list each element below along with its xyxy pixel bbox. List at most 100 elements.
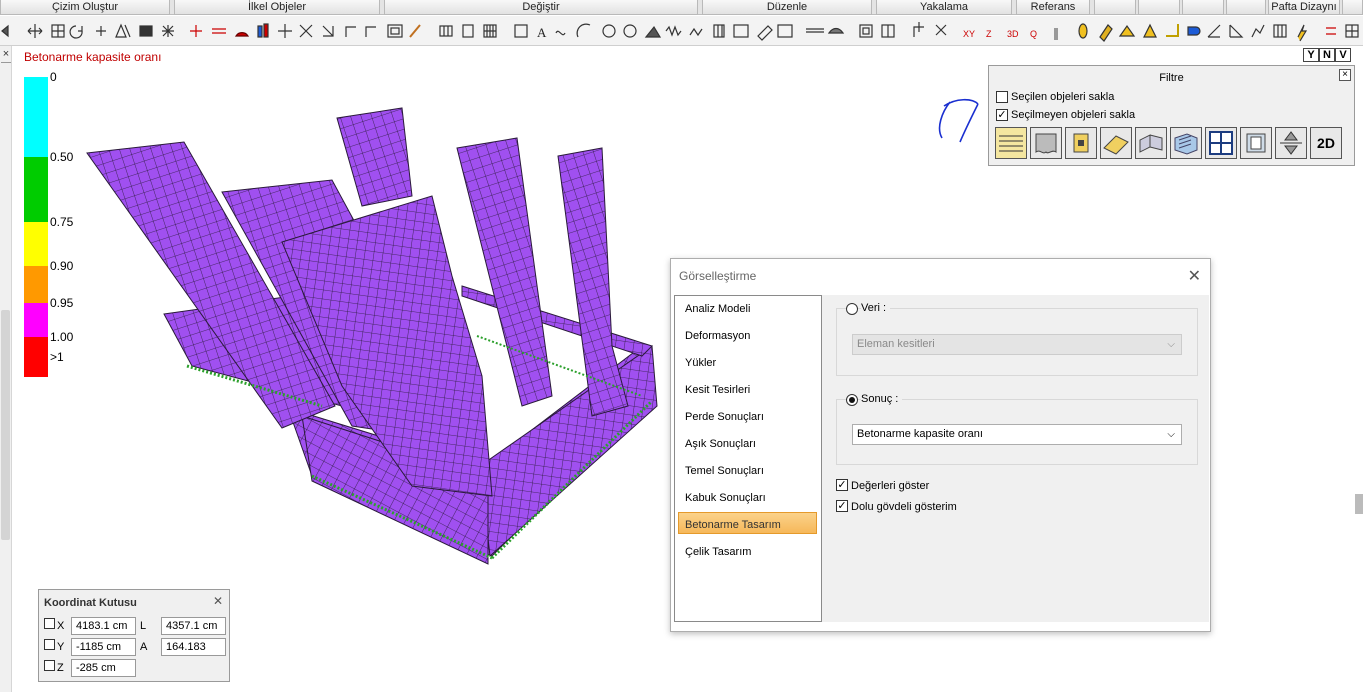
divider bbox=[1, 62, 11, 63]
tab-blank-3[interactable] bbox=[1182, 0, 1224, 15]
svg-text:Q: Q bbox=[1030, 29, 1037, 39]
nav-item[interactable]: Temel Sonuçları bbox=[685, 465, 764, 477]
level-icon[interactable] bbox=[1275, 127, 1307, 159]
box-icon[interactable] bbox=[1205, 127, 1237, 159]
column-icon[interactable] bbox=[1030, 127, 1062, 159]
hide-selected-checkbox[interactable] bbox=[996, 91, 1008, 103]
veri-select-value: Eleman kesitleri bbox=[857, 338, 935, 350]
y-lock-checkbox[interactable] bbox=[44, 639, 55, 650]
sonuc-select[interactable]: Betonarme kapasite oranı ⌵ bbox=[852, 424, 1182, 445]
veri-select[interactable]: Eleman kesitleri ⌵ bbox=[852, 334, 1182, 355]
wall-back bbox=[461, 285, 653, 357]
nav-list: Analiz Modeli Deformasyon Yükler Kesit T… bbox=[674, 295, 822, 622]
toolbar: A XY Z 3D Q bbox=[0, 16, 1363, 46]
show-values-checkbox[interactable]: ✓ bbox=[836, 479, 848, 491]
slab-icon[interactable] bbox=[1065, 127, 1097, 159]
brick-wall-icon[interactable] bbox=[1135, 127, 1167, 159]
legend-green bbox=[24, 157, 48, 222]
close-icon[interactable]: ✕ bbox=[213, 594, 223, 608]
filter-v-button[interactable]: V bbox=[1335, 48, 1351, 62]
z-lock-checkbox[interactable] bbox=[44, 660, 55, 671]
z-label: Z bbox=[57, 662, 64, 674]
legend-label: 0.95 bbox=[50, 296, 74, 310]
button-2d[interactable]: 2D bbox=[1310, 127, 1342, 159]
tab-yakalama[interactable]: Yakalama bbox=[876, 0, 1012, 15]
legend-label: 0.50 bbox=[50, 150, 74, 164]
nav-item[interactable]: Çelik Tasarım bbox=[685, 546, 751, 558]
sonuc-select-value: Betonarme kapasite oranı bbox=[857, 428, 983, 440]
legend-label: 1.00 bbox=[50, 330, 74, 344]
legend-cyan bbox=[24, 77, 48, 157]
tab-cizim-olustur[interactable]: Çizim Oluştur bbox=[0, 0, 170, 15]
legend-magenta bbox=[24, 303, 48, 337]
a-label: A bbox=[140, 641, 148, 653]
beam-icon[interactable] bbox=[995, 127, 1027, 159]
close-icon[interactable]: ✕ bbox=[1188, 266, 1201, 286]
tab-blank-5[interactable] bbox=[1342, 0, 1363, 15]
solid-view-label: Dolu gövdeli gösterim bbox=[851, 501, 957, 513]
nav-item[interactable]: Analiz Modeli bbox=[685, 303, 750, 315]
legend-label: 0 bbox=[50, 70, 57, 84]
sonuc-group: Sonuç : Betonarme kapasite oranı ⌵ bbox=[836, 393, 1198, 465]
nav-item[interactable]: Aşık Sonuçları bbox=[685, 438, 756, 450]
veri-group: Veri : Eleman kesitleri ⌵ bbox=[836, 302, 1198, 376]
close-icon[interactable]: × bbox=[1339, 69, 1351, 81]
svg-text:Z: Z bbox=[986, 29, 992, 39]
tab-ilkel-objeler[interactable]: İlkel Objeler bbox=[174, 0, 380, 15]
sonuc-radio[interactable] bbox=[846, 394, 858, 406]
shell-panel-6 bbox=[557, 147, 629, 417]
veri-radio[interactable] bbox=[846, 303, 858, 315]
close-icon[interactable]: × bbox=[1, 48, 11, 60]
nav-item[interactable]: Yükler bbox=[685, 357, 716, 369]
z-field[interactable]: -285 cm bbox=[71, 659, 136, 677]
hide-unselected-checkbox[interactable]: ✓ bbox=[996, 109, 1008, 121]
nav-item[interactable]: Perde Sonuçları bbox=[685, 411, 764, 423]
tab-blank-4[interactable] bbox=[1226, 0, 1266, 15]
y-label: Y bbox=[57, 641, 65, 653]
x-lock-checkbox[interactable] bbox=[44, 618, 55, 629]
left-panel-strip: × bbox=[0, 46, 12, 692]
dialog-content: Veri : Eleman kesitleri ⌵ Sonuç : Betona… bbox=[822, 295, 1209, 622]
l-field[interactable]: 4357.1 cm bbox=[161, 617, 226, 635]
sonuc-label: Sonuç : bbox=[861, 393, 903, 405]
svg-text:A: A bbox=[537, 25, 547, 40]
grid-icon[interactable] bbox=[1170, 127, 1202, 159]
hide-selected-label: Seçilen objeleri sakla bbox=[1011, 91, 1115, 103]
tab-referans[interactable]: Referans bbox=[1016, 0, 1090, 15]
tab-pafta-dizayni[interactable]: Pafta Dizaynı bbox=[1268, 0, 1340, 15]
legend-label: 0.75 bbox=[50, 215, 74, 229]
filter-n-button[interactable]: N bbox=[1319, 48, 1335, 62]
tab-blank-1[interactable] bbox=[1094, 0, 1136, 15]
chevron-down-icon: ⌵ bbox=[1167, 429, 1175, 440]
legend-yellow bbox=[24, 222, 48, 266]
elevation-icon[interactable] bbox=[1240, 127, 1272, 159]
solid-view-checkbox[interactable]: ✓ bbox=[836, 500, 848, 512]
hide-unselected-label: Seçilmeyen objeleri sakla bbox=[1011, 109, 1136, 121]
svg-text:XY: XY bbox=[963, 29, 975, 39]
a-field[interactable]: 164.183 bbox=[161, 638, 226, 656]
scrollbar[interactable] bbox=[1, 310, 10, 540]
filter-mode-buttons: Y N V bbox=[1303, 48, 1351, 62]
viewport-scrollbar[interactable] bbox=[1355, 494, 1363, 514]
y-field[interactable]: -1185 cm bbox=[71, 638, 136, 656]
l-label: L bbox=[140, 620, 147, 632]
x-field[interactable]: 4183.1 cm bbox=[71, 617, 136, 635]
visualization-dialog: Görselleştirme ✕ Analiz Modeli Deformasy… bbox=[670, 258, 1211, 632]
nav-item[interactable]: Kesit Tesirleri bbox=[685, 384, 750, 396]
legend-label: 0.90 bbox=[50, 259, 74, 273]
shell-panel-4 bbox=[336, 107, 413, 207]
filter-y-button[interactable]: Y bbox=[1303, 48, 1319, 62]
x-label: X bbox=[57, 620, 65, 632]
tab-duzenle[interactable]: Düzenle bbox=[702, 0, 872, 15]
nav-item[interactable]: Deformasyon bbox=[685, 330, 750, 342]
wall-icon[interactable] bbox=[1100, 127, 1132, 159]
tab-degistir[interactable]: Değiştir bbox=[384, 0, 698, 15]
filter-title: Filtre bbox=[1159, 72, 1184, 84]
nav-item-active[interactable]: Betonarme Tasarım bbox=[685, 519, 781, 531]
toolbar-icons: A XY Z 3D Q bbox=[1, 22, 1359, 42]
veri-label: Veri : bbox=[861, 302, 891, 314]
nav-item[interactable]: Kabuk Sonuçları bbox=[685, 492, 766, 504]
chevron-down-icon: ⌵ bbox=[1167, 339, 1175, 350]
dialog-title: Görselleştirme bbox=[679, 269, 757, 283]
tab-blank-2[interactable] bbox=[1138, 0, 1180, 15]
